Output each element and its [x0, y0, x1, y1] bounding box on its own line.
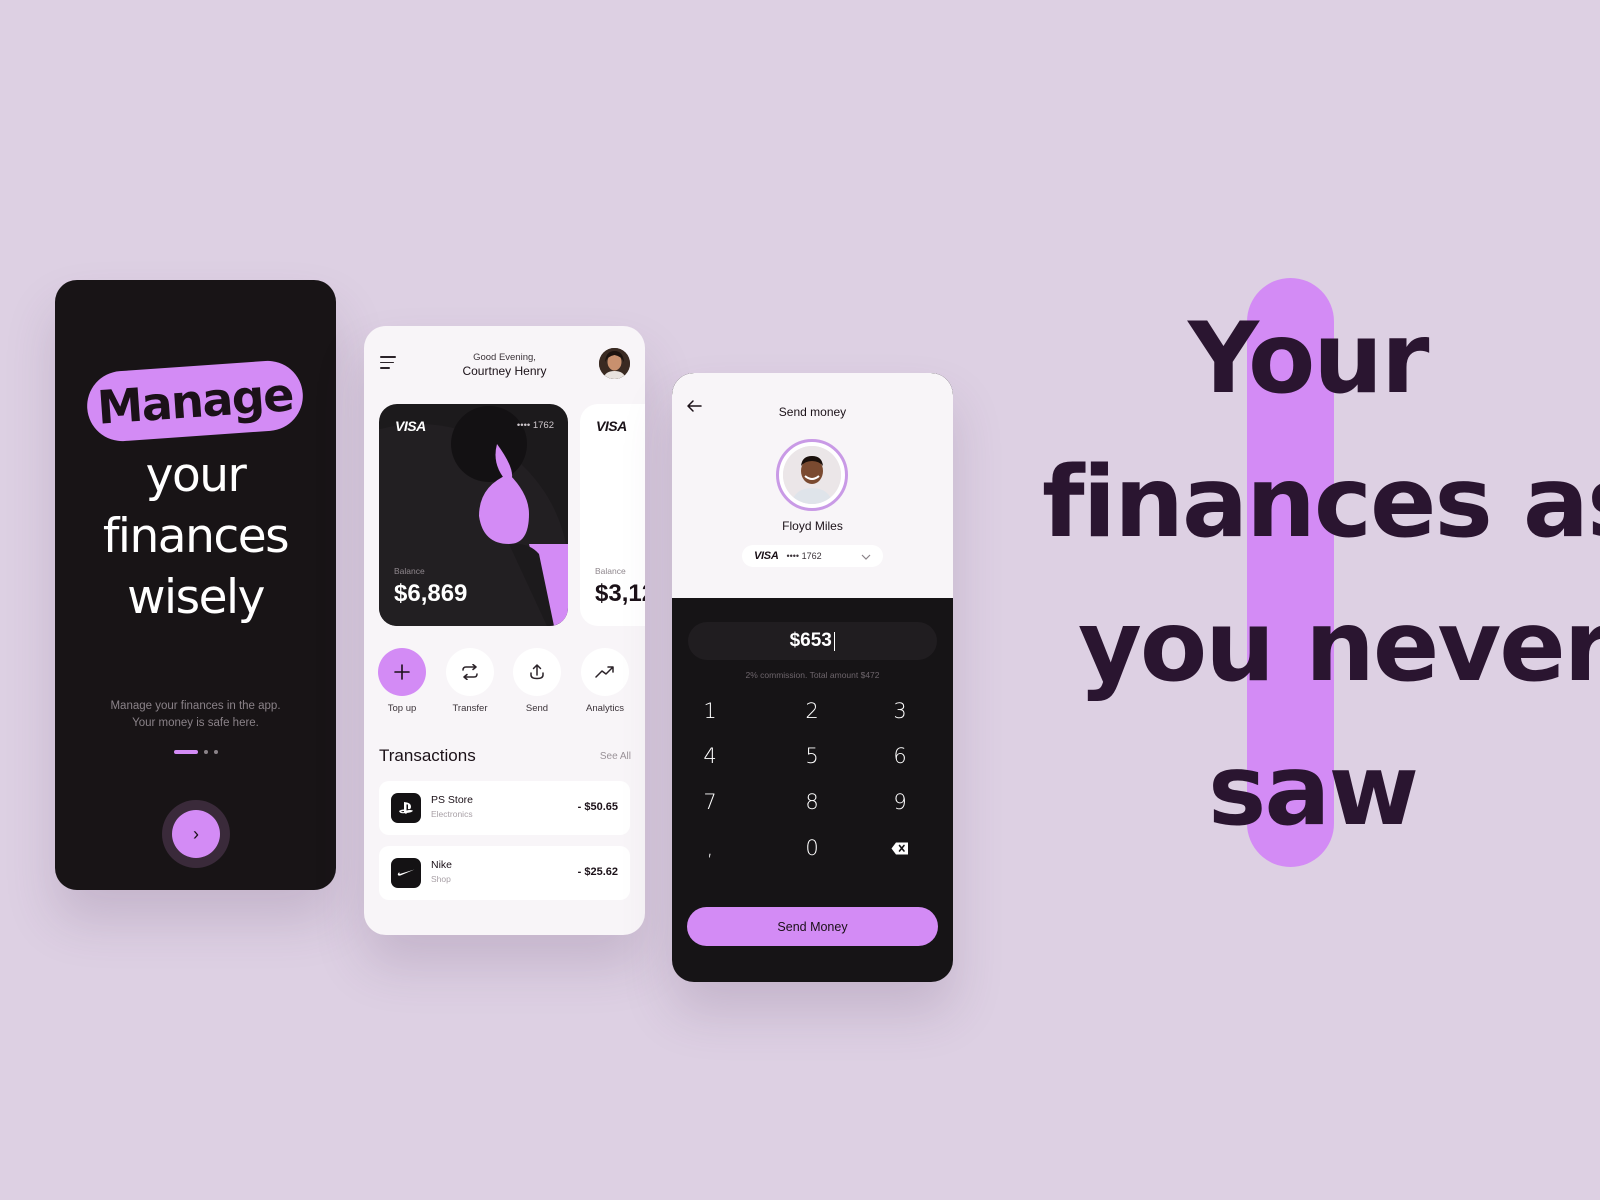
transaction-amount: - $25.62: [577, 866, 618, 878]
headline-line-2: finances: [102, 509, 290, 564]
balance-label: Balance: [595, 566, 626, 576]
tagline-line-3: you never: [1078, 590, 1600, 704]
card-brand: VISA: [596, 418, 627, 434]
card-number: •••• 1762: [516, 420, 554, 431]
page-dot: [203, 750, 208, 754]
key-4[interactable]: 4: [680, 736, 740, 776]
key-3[interactable]: 3: [870, 691, 930, 731]
chevron-right-icon: ›: [193, 823, 199, 844]
key-0[interactable]: 0: [782, 828, 842, 868]
plus-icon: [378, 648, 426, 696]
page-indicator: [55, 750, 336, 754]
transaction-category: Shop: [431, 874, 451, 884]
payee-avatar-ring[interactable]: [776, 439, 848, 511]
card-brand: VISA: [395, 418, 426, 434]
tagline-line-1: Your: [1188, 302, 1429, 416]
key-comma[interactable]: ,: [680, 828, 740, 868]
balance-label: Balance: [394, 566, 425, 576]
subtitle-line-2: Your money is safe here.: [132, 717, 259, 729]
send-money-screen: Send money Floyd Miles VISA •••• 1762 $6…: [672, 373, 953, 982]
see-all-link[interactable]: See All: [600, 751, 631, 762]
payee-name: Floyd Miles: [782, 519, 843, 533]
key-7[interactable]: 7: [680, 782, 740, 822]
onboarding-subtitle: Manage your finances in the app. Your mo…: [55, 698, 336, 732]
page-dot-active: [173, 750, 198, 754]
card-brand: VISA: [754, 550, 779, 562]
action-analytics[interactable]: Analytics: [575, 648, 635, 714]
tagline-line-2: finances as: [1042, 446, 1600, 560]
playstation-icon: [391, 793, 421, 823]
amount-input[interactable]: $653: [688, 622, 937, 660]
key-9[interactable]: 9: [870, 782, 930, 822]
key-5[interactable]: 5: [782, 736, 842, 776]
transaction-amount: - $50.65: [577, 801, 618, 813]
card-number: •••• 1762: [786, 551, 822, 561]
key-8[interactable]: 8: [782, 782, 842, 822]
card-secondary[interactable]: VISA Balance $3,12: [580, 404, 645, 626]
backspace-icon: [891, 836, 909, 860]
headline-line-3: wisely: [127, 570, 265, 625]
trend-up-icon: [581, 648, 629, 696]
avatar[interactable]: [599, 348, 630, 379]
tagline-line-4: saw: [1208, 734, 1419, 848]
chevron-down-icon: [861, 547, 871, 565]
action-label: Send: [525, 703, 549, 714]
onboarding-screen: Manage your finances wisely Manage your …: [55, 280, 336, 890]
action-top-up[interactable]: Top up: [372, 648, 432, 714]
page-dot: [213, 750, 218, 754]
transfer-icon: [446, 648, 494, 696]
headline-line-1: your: [145, 448, 247, 503]
card-selector[interactable]: VISA •••• 1762: [742, 545, 883, 567]
card-primary[interactable]: VISA •••• 1762 Balance $6,869: [379, 404, 568, 626]
action-transfer[interactable]: Transfer: [440, 648, 500, 714]
balance-amount: $6,869: [394, 580, 468, 607]
transaction-row[interactable]: Nike Shop - $25.62: [379, 846, 630, 900]
transactions-title: Transactions: [379, 746, 476, 765]
action-label: Top up: [387, 703, 417, 714]
transaction-name: PS Store: [431, 794, 474, 806]
balance-amount: $3,12: [595, 580, 645, 607]
transaction-row[interactable]: PS Store Electronics - $50.65: [379, 781, 630, 835]
manage-highlight: Manage: [84, 358, 306, 444]
text-caret: [833, 631, 836, 651]
send-money-title: Send money: [778, 405, 847, 419]
action-send[interactable]: Send: [507, 648, 567, 714]
transaction-category: Electronics: [431, 809, 473, 819]
home-screen: Good Evening, Courtney Henry VISA •••• 1…: [364, 326, 645, 935]
nike-icon: [391, 858, 421, 888]
action-label: Transfer: [452, 703, 488, 714]
next-button-ring: ›: [162, 800, 230, 868]
key-2[interactable]: 2: [782, 691, 842, 731]
payee-avatar: [783, 446, 841, 504]
key-6[interactable]: 6: [870, 736, 930, 776]
highlight-word: Manage: [95, 367, 295, 435]
commission-note: 2% commission. Total amount $472: [745, 670, 880, 680]
key-1[interactable]: 1: [680, 691, 740, 731]
amount-value: $653: [789, 630, 832, 651]
upload-icon: [513, 648, 561, 696]
subtitle-line-1: Manage your finances in the app.: [110, 700, 281, 712]
send-money-button[interactable]: Send Money: [687, 907, 938, 946]
transaction-name: Nike: [431, 859, 453, 871]
backspace-key[interactable]: [870, 828, 930, 868]
next-button[interactable]: ›: [172, 810, 220, 858]
action-label: Analytics: [585, 703, 624, 714]
